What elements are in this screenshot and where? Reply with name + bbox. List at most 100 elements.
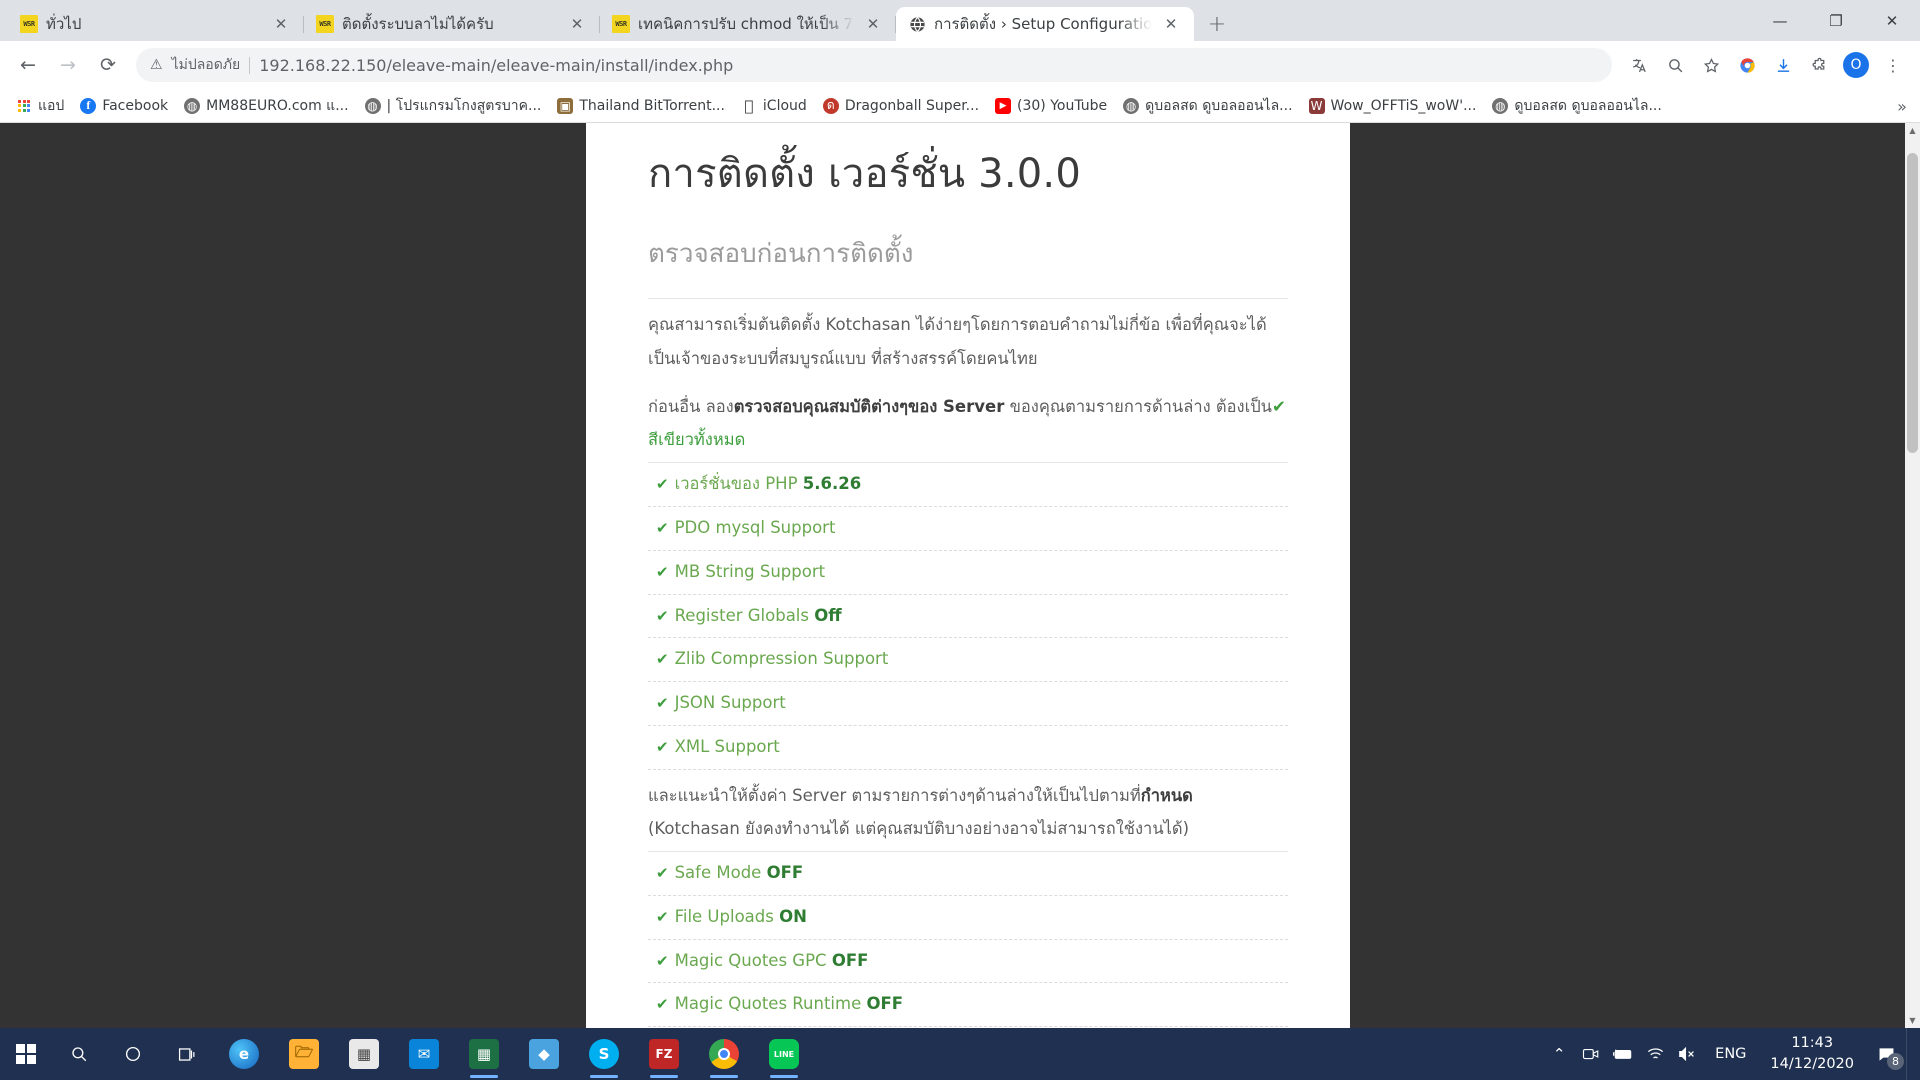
requirement-item: ✔ XML Support (648, 726, 1288, 770)
requirement-value: Off (814, 605, 842, 625)
bookmark-label: ดูบอลสด ดูบอลออนไล... (1145, 97, 1293, 114)
taskbar-app-line[interactable]: LINE (754, 1028, 814, 1080)
recommend-suffix: (Kotchasan ยังคงทำงานได้ แต่คุณสมบัติบาง… (648, 819, 1190, 839)
taskbar-app-file-explorer[interactable]: 🗁 (274, 1028, 334, 1080)
toolbar-icon-group: O ⋮ (1622, 48, 1910, 82)
notifications-button[interactable]: 8 (1866, 1028, 1906, 1080)
server-check-mid: ของคุณตามรายการด้านล่าง ต้องเป็น (1004, 396, 1272, 416)
bookmark-star-icon[interactable] (1694, 48, 1728, 82)
browser-tab-4-active[interactable]: การติดตั้ง › Setup Configuration Fi ✕ (896, 7, 1194, 41)
site-icon: ด (822, 97, 839, 114)
section-title: ตรวจสอบก่อนการติดตั้ง (648, 239, 914, 269)
search-icon[interactable] (1658, 48, 1692, 82)
site-icon: W (1308, 97, 1325, 114)
tab-close-icon[interactable]: ✕ (566, 13, 588, 35)
clock[interactable]: 11:43 14/12/2020 (1758, 1033, 1866, 1075)
bookmark-mm88euro[interactable]: ◍ MM88EURO.com แ... (177, 91, 355, 121)
puzzle-extension-icon[interactable] (1802, 48, 1836, 82)
bookmark-baccarat-program[interactable]: ◍ | โปรแกรมโกงสูตรบาค... (358, 91, 549, 121)
page-scrollbar[interactable]: ▲ ▼ (1905, 123, 1920, 1028)
forward-button[interactable]: → (50, 47, 86, 83)
bookmark-thailand-bittorrent[interactable]: ▣ Thailand BitTorrent... (550, 94, 732, 118)
taskbar-app-photos[interactable]: ◆ (514, 1028, 574, 1080)
requirement-item: ✔ PDO mysql Support (648, 507, 1288, 551)
page-viewport: การติดตั้ง เวอร์ชั่น 3.0.0 ตรวจสอบก่อนกา… (0, 123, 1920, 1028)
avatar[interactable]: O (1843, 52, 1869, 78)
task-view-button[interactable] (160, 1028, 214, 1080)
taskbar-app-excel[interactable]: ▦ (454, 1028, 514, 1080)
bookmark-football-live-2[interactable]: ◍ ดูบอลสด ดูบอลออนไล... (1485, 91, 1668, 121)
cortana-button[interactable] (106, 1028, 160, 1080)
battery-icon[interactable] (1607, 1028, 1639, 1080)
requirement-item: ✔ JSON Support (648, 682, 1288, 726)
recommendation-value: ON (779, 906, 807, 926)
reload-button[interactable]: ⟳ (90, 47, 126, 83)
chrome-menu-icon[interactable]: ⋮ (1876, 48, 1910, 82)
scroll-down-arrow-icon[interactable]: ▼ (1905, 1013, 1920, 1028)
tab-close-icon[interactable]: ✕ (270, 13, 292, 35)
wifi-icon[interactable] (1639, 1028, 1671, 1080)
start-button[interactable] (0, 1028, 52, 1080)
check-icon: ✔ (656, 995, 669, 1014)
language-indicator[interactable]: ENG (1703, 1046, 1758, 1062)
address-bar[interactable]: ⚠ ไม่ปลอดภัย 192.168.22.150/eleave-main/… (136, 48, 1612, 82)
photos-icon: ◆ (529, 1039, 559, 1069)
bookmark-youtube[interactable]: ▶ (30) YouTube (988, 94, 1114, 118)
bookmark-facebook[interactable]: f Facebook (73, 94, 175, 118)
browser-tab-1[interactable]: WSR ทั่วไป ✕ (8, 7, 304, 41)
clock-time: 11:43 (1791, 1034, 1834, 1051)
tab-title: เทคนิคการปรับ chmod ให้เป็น 777 ทำ (638, 15, 854, 33)
bookmarks-overflow-button[interactable]: » (1890, 94, 1914, 118)
taskbar-app-microsoft-store[interactable]: ▦ (334, 1028, 394, 1080)
new-tab-button[interactable]: + (1200, 7, 1234, 41)
volume-muted-icon[interactable] (1671, 1028, 1703, 1080)
taskbar-app-chrome[interactable] (694, 1028, 754, 1080)
edge-icon: e (229, 1039, 259, 1069)
recommendation-value: OFF (766, 863, 804, 883)
globe-icon: ◍ (364, 97, 381, 114)
globe-icon: ◍ (1123, 97, 1140, 114)
camera-icon[interactable] (1575, 1028, 1607, 1080)
scrollbar-thumb[interactable] (1907, 153, 1918, 453)
bookmark-dragonball-super[interactable]: ด Dragonball Super... (816, 94, 986, 118)
scroll-up-arrow-icon[interactable]: ▲ (1905, 123, 1920, 138)
maximize-button[interactable]: ❐ (1808, 0, 1864, 41)
windows-logo-icon (15, 1043, 37, 1065)
taskbar-app-edge[interactable]: e (214, 1028, 274, 1080)
taskbar-app-skype[interactable]: S (574, 1028, 634, 1080)
requirement-label: Zlib Compression Support (674, 649, 889, 669)
requirement-label: XML Support (674, 736, 780, 756)
bookmarks-bar: แอป f Facebook ◍ MM88EURO.com แ... ◍ | โ… (0, 89, 1920, 123)
download-icon[interactable] (1766, 48, 1800, 82)
taskbar-app-mail[interactable]: ✉ (394, 1028, 454, 1080)
check-icon: ✔ (656, 650, 669, 669)
check-icon: ✔ (656, 519, 669, 537)
check-icon: ✔ (656, 606, 669, 625)
requirements-list: ✔ เวอร์ชั่นของ PHP 5.6.26 ✔ PDO mysql Supp… (648, 462, 1288, 770)
browser-tab-2[interactable]: WSR ติดตั้งระบบลาไม่ได้ครับ ✕ (304, 7, 600, 41)
tab-close-icon[interactable]: ✕ (1160, 13, 1182, 35)
tab-close-icon[interactable]: ✕ (862, 13, 884, 35)
back-button[interactable]: ← (10, 47, 46, 83)
browser-tab-3[interactable]: WSR เทคนิคการปรับ chmod ให้เป็น 777 ทำ ✕ (600, 7, 896, 41)
close-window-button[interactable]: ✕ (1864, 0, 1920, 41)
recommendation-item: ✔ File Uploads ON (648, 896, 1288, 940)
recommendation-item: ✔ Safe Mode OFF (648, 851, 1288, 896)
taskbar-search-button[interactable] (52, 1028, 106, 1080)
requirement-item: ✔ Register Globals Off (648, 595, 1288, 639)
extension-colored-icon[interactable] (1730, 48, 1764, 82)
minimize-button[interactable]: — (1752, 0, 1808, 41)
bookmark-football-live-1[interactable]: ◍ ดูบอลสด ดูบอลออนไล... (1116, 91, 1299, 121)
bookmark-apps[interactable]: แอป (9, 91, 71, 121)
bookmark-wow-offtis[interactable]: W Wow_OFFTiS_woW'... (1302, 94, 1484, 118)
omnibox-divider (249, 56, 251, 74)
tab-title: ทั่วไป (46, 15, 82, 33)
translate-icon[interactable] (1622, 48, 1656, 82)
show-desktop-button[interactable] (1906, 1028, 1914, 1080)
taskbar-app-filezilla[interactable]: FZ (634, 1028, 694, 1080)
apps-grid-icon (16, 98, 32, 114)
requirement-label: PDO mysql Support (674, 518, 836, 537)
recommendation-value: OFF (866, 994, 904, 1014)
bookmark-icloud[interactable]:  iCloud (734, 94, 814, 118)
tray-chevron-up-icon[interactable]: ⌃ (1543, 1028, 1575, 1080)
